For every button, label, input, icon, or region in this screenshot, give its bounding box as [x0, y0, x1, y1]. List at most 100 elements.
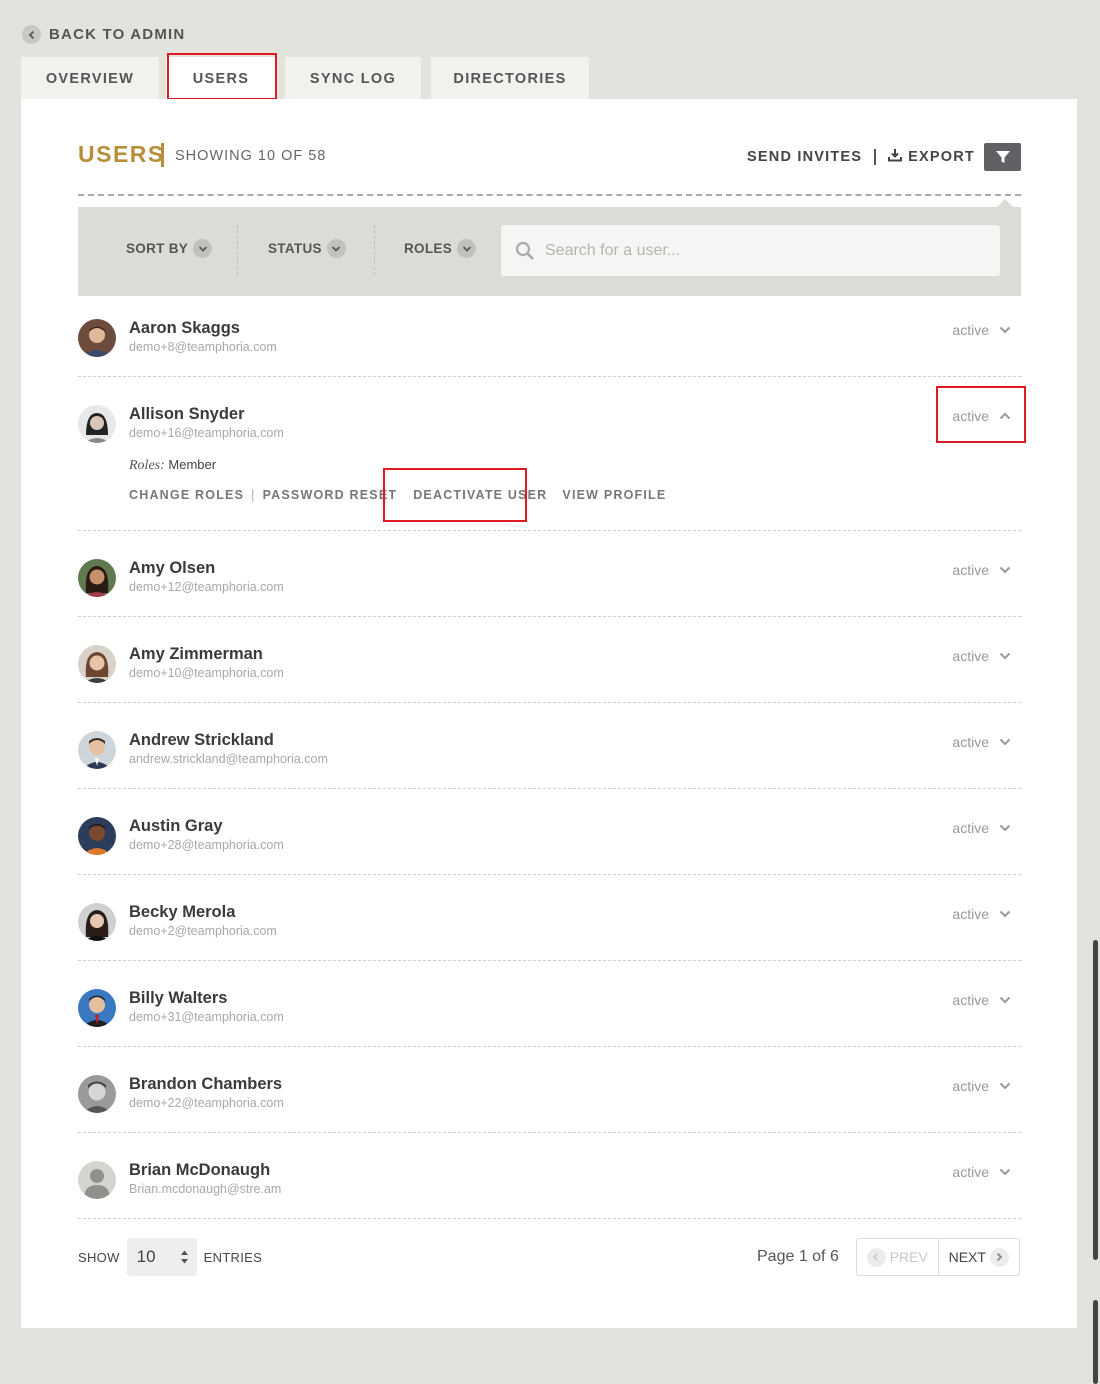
default-avatar-icon: [78, 1161, 116, 1199]
pagination: PREV NEXT: [856, 1238, 1020, 1276]
user-email: demo+28@teamphoria.com: [129, 838, 284, 852]
chevron-down-icon: [326, 239, 346, 258]
user-name[interactable]: Allison Snyder: [129, 405, 245, 424]
status-text: active: [952, 820, 989, 836]
user-name[interactable]: Amy Olsen: [129, 559, 215, 578]
page-info: Page 1 of 6: [757, 1248, 839, 1265]
export-button[interactable]: EXPORT: [888, 148, 975, 167]
user-name[interactable]: Austin Gray: [129, 817, 223, 836]
tab-overview[interactable]: OVERVIEW: [21, 57, 159, 100]
chevron-down-icon: [999, 566, 1011, 574]
chevron-left-icon: [866, 1247, 886, 1267]
user-email: andrew.strickland@teamphoria.com: [129, 752, 328, 766]
chevron-down-icon: [193, 239, 213, 258]
search-input[interactable]: [545, 241, 965, 260]
status-text: active: [952, 1164, 989, 1180]
user-email: demo+2@teamphoria.com: [129, 924, 277, 938]
user-name[interactable]: Amy Zimmerman: [129, 645, 263, 664]
status-toggle[interactable]: active: [952, 1078, 1011, 1094]
scrollbar-thumb-lower[interactable]: [1093, 1300, 1098, 1384]
user-email: demo+16@teamphoria.com: [129, 426, 284, 440]
entries-per-page-select[interactable]: 10: [126, 1238, 197, 1276]
sort-by-dropdown[interactable]: SORT BY: [126, 239, 213, 258]
avatar: [78, 319, 116, 357]
chevron-up-icon: [999, 412, 1011, 420]
tab-directories[interactable]: DIRECTORIES: [431, 57, 589, 100]
prev-button[interactable]: PREV: [857, 1239, 939, 1275]
status-text: active: [952, 906, 989, 922]
chevron-down-icon: [999, 910, 1011, 918]
user-name[interactable]: Brian McDonaugh: [129, 1161, 270, 1180]
avatar: [78, 1075, 116, 1113]
row-divider: [78, 1046, 1021, 1047]
roles-label: Roles:: [129, 458, 165, 473]
show-label: SHOW: [78, 1249, 120, 1265]
user-name[interactable]: Aaron Skaggs: [129, 319, 240, 338]
status-toggle[interactable]: active: [952, 322, 1011, 338]
chevron-down-icon: [999, 652, 1011, 660]
chevron-left-icon: [22, 25, 41, 44]
prev-label: PREV: [889, 1249, 928, 1265]
filter-icon: [995, 151, 1010, 163]
entries-label: ENTRIES: [203, 1249, 263, 1265]
tab-sync-log[interactable]: SYNC LOG: [285, 57, 421, 100]
user-name[interactable]: Becky Merola: [129, 903, 235, 922]
row-divider: [78, 1132, 1021, 1133]
status-toggle[interactable]: active: [952, 906, 1011, 922]
chevron-down-icon: [999, 996, 1011, 1004]
user-name[interactable]: Andrew Strickland: [129, 731, 274, 750]
chevron-down-icon: [999, 738, 1011, 746]
header-actions: SEND INVITES EXPORT: [747, 143, 1021, 171]
tab-users[interactable]: USERS: [166, 57, 276, 100]
status-toggle[interactable]: active: [952, 648, 1011, 664]
status-text: active: [952, 408, 989, 424]
change-roles-link[interactable]: CHANGE ROLES: [129, 488, 244, 502]
avatar: [78, 645, 116, 683]
password-reset-link[interactable]: PASSWORD RESET: [263, 488, 398, 502]
avatar: [78, 903, 116, 941]
status-toggle[interactable]: active: [952, 1164, 1011, 1180]
user-name[interactable]: Billy Walters: [129, 989, 227, 1008]
row-divider: [78, 530, 1021, 531]
status-text: active: [952, 734, 989, 750]
status-label: STATUS: [268, 241, 322, 256]
status-toggle[interactable]: active: [952, 562, 1011, 578]
status-toggle[interactable]: active: [952, 992, 1011, 1008]
view-profile-link[interactable]: VIEW PROFILE: [562, 488, 666, 502]
chevron-down-icon: [457, 239, 477, 258]
send-invites-button[interactable]: SEND INVITES: [747, 149, 862, 165]
status-text: active: [952, 648, 989, 664]
deactivate-user-link[interactable]: DEACTIVATE USER: [413, 488, 547, 502]
roles-label: ROLES: [404, 241, 453, 256]
showing-count: SHOWING 10 OF 58: [175, 148, 327, 164]
chevron-down-icon: [999, 824, 1011, 832]
status-toggle[interactable]: active: [952, 820, 1011, 836]
avatar: [78, 559, 116, 597]
roles-dropdown[interactable]: ROLES: [404, 239, 477, 258]
roles-info: Roles: Member: [129, 457, 216, 474]
next-button[interactable]: NEXT: [939, 1239, 1020, 1275]
next-label: NEXT: [948, 1249, 986, 1265]
user-name[interactable]: Brandon Chambers: [129, 1075, 282, 1094]
user-email: demo+12@teamphoria.com: [129, 580, 284, 594]
title-divider: [161, 143, 164, 167]
status-toggle[interactable]: active: [952, 408, 1011, 424]
back-to-admin-link[interactable]: BACK TO ADMIN: [22, 25, 185, 44]
user-email: demo+8@teamphoria.com: [129, 340, 277, 354]
updown-arrows-icon: [180, 1250, 188, 1264]
scrollbar-thumb[interactable]: [1093, 940, 1098, 1260]
page-title: USERS: [78, 141, 165, 167]
filter-button[interactable]: [984, 143, 1021, 171]
status-toggle[interactable]: active: [952, 734, 1011, 750]
roles-value: Member: [168, 457, 217, 472]
status-text: active: [952, 322, 989, 338]
search-box: [501, 225, 1000, 276]
status-text: active: [952, 562, 989, 578]
status-dropdown[interactable]: STATUS: [268, 239, 346, 258]
toolbar-caret: [997, 199, 1013, 207]
export-label: EXPORT: [908, 149, 975, 165]
user-email: demo+10@teamphoria.com: [129, 666, 284, 680]
row-divider: [78, 1218, 1021, 1219]
user-email: demo+22@teamphoria.com: [129, 1096, 284, 1110]
search-icon: [515, 241, 534, 260]
